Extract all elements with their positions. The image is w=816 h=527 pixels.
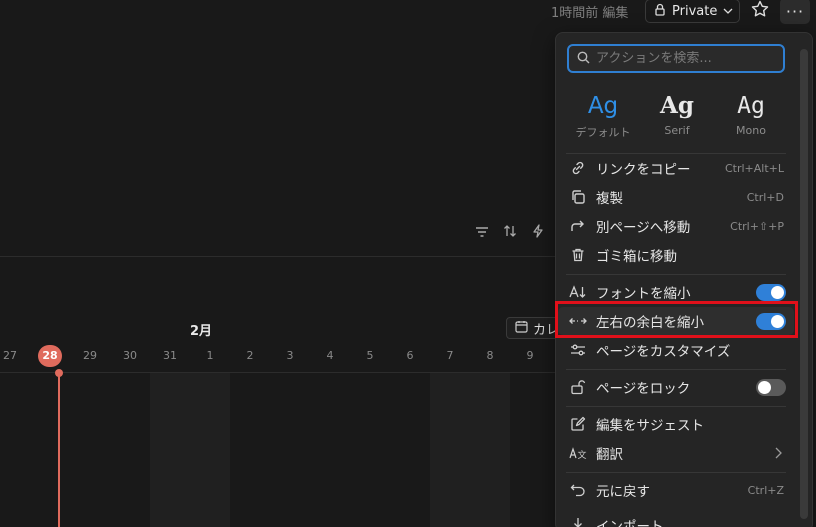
suggest-edits-item[interactable]: 編集をサジェスト	[558, 410, 794, 438]
lock-page-toggle[interactable]	[756, 379, 786, 396]
month-label: 2月	[190, 324, 213, 339]
copy-link-item[interactable]: リンクをコピー Ctrl+Alt+L	[558, 154, 794, 182]
sort-icon	[503, 223, 517, 242]
more-horizontal-icon: ···	[785, 1, 805, 21]
import-item[interactable]: インポート	[558, 511, 794, 527]
trash-label: ゴミ箱に移動	[596, 249, 677, 265]
undo-shortcut: Ctrl+Z	[747, 483, 784, 497]
day-label: 2	[246, 349, 254, 362]
menu-divider	[566, 472, 786, 473]
day-label: 5	[366, 349, 374, 362]
unlock-icon	[568, 377, 588, 397]
trash-icon	[568, 245, 588, 265]
calendar-icon	[515, 320, 528, 337]
duplicate-label: 複製	[596, 191, 623, 207]
weekend-column	[430, 373, 510, 527]
font-label-default: デフォルト	[575, 126, 631, 139]
day-label: 1	[206, 349, 214, 362]
share-private-button[interactable]: Private	[645, 0, 740, 23]
trash-item[interactable]: ゴミ箱に移動	[558, 241, 794, 269]
automation-button[interactable]	[529, 223, 547, 241]
timeline-divider	[0, 372, 555, 373]
import-label: インポート	[596, 519, 664, 527]
duplicate-item[interactable]: 複製 Ctrl+D	[558, 183, 794, 211]
lock-page-label: ページをロック	[596, 381, 691, 397]
private-label: Private	[672, 3, 718, 19]
duplicate-icon	[568, 187, 588, 207]
day-label: 8	[486, 349, 494, 362]
sliders-icon	[568, 340, 588, 360]
font-sample-serif: Ag	[660, 92, 694, 119]
link-icon	[568, 158, 588, 178]
lock-icon	[654, 3, 666, 20]
translate-label: 翻訳	[596, 447, 623, 463]
translate-item[interactable]: 文 翻訳	[558, 439, 794, 467]
day-label: 7	[446, 349, 454, 362]
weekend-column	[150, 373, 230, 527]
day-label: 27	[3, 349, 17, 362]
day-label: 29	[83, 349, 97, 362]
day-label: 31	[163, 349, 177, 362]
day-label: 30	[123, 349, 137, 362]
more-options-button[interactable]: ···	[780, 0, 810, 24]
import-icon	[568, 515, 588, 527]
lock-page-item[interactable]: ページをロック	[558, 373, 794, 401]
font-style-selector: Ag デフォルト Ag Serif Ag Mono	[566, 91, 790, 147]
date-header-row: 27 28 29 30 31 1 2 3 4 5 6 7 8 9	[0, 345, 555, 367]
sort-button[interactable]	[501, 223, 519, 241]
small-text-toggle[interactable]	[756, 284, 786, 301]
customize-page-label: ページをカスタマイズ	[596, 344, 731, 360]
undo-item[interactable]: 元に戻す Ctrl+Z	[558, 476, 794, 504]
customize-page-item[interactable]: ページをカスタマイズ	[558, 336, 794, 364]
small-text-label: フォントを縮小	[596, 286, 691, 302]
highlight-annotation-box	[555, 301, 798, 338]
day-label: 6	[406, 349, 414, 362]
menu-divider	[566, 274, 786, 275]
font-sample-mono: Ag	[737, 93, 765, 119]
day-label: 4	[326, 349, 334, 362]
favorite-button[interactable]	[748, 0, 772, 23]
chevron-down-icon	[723, 4, 733, 19]
day-label: 9	[526, 349, 534, 362]
menu-divider	[566, 406, 786, 407]
suggest-edit-icon	[568, 414, 588, 434]
last-edited-text: 1時間前 編集	[551, 6, 629, 21]
suggest-edits-label: 編集をサジェスト	[596, 418, 704, 434]
toolbar-divider	[0, 256, 555, 257]
font-size-icon	[568, 282, 588, 302]
undo-label: 元に戻す	[596, 484, 650, 500]
page-options-menu: Ag デフォルト Ag Serif Ag Mono リンクをコピー Ctrl+A…	[555, 32, 813, 527]
filter-button[interactable]	[473, 223, 491, 241]
font-label-mono: Mono	[736, 124, 766, 137]
duplicate-shortcut: Ctrl+D	[746, 190, 784, 204]
undo-icon	[568, 480, 588, 500]
lightning-icon	[532, 223, 544, 242]
today-marker-line	[58, 373, 60, 527]
move-to-item[interactable]: 別ページへ移動 Ctrl+⇧+P	[558, 212, 794, 240]
font-option-default[interactable]: Ag デフォルト	[566, 91, 640, 147]
filter-icon	[475, 223, 489, 242]
move-to-label: 別ページへ移動	[596, 220, 691, 236]
move-to-shortcut: Ctrl+⇧+P	[730, 219, 784, 233]
action-search-input[interactable]	[596, 51, 776, 66]
star-icon	[751, 0, 769, 22]
font-option-mono[interactable]: Ag Mono	[714, 91, 788, 147]
copy-link-shortcut: Ctrl+Alt+L	[724, 161, 784, 175]
chevron-right-icon	[774, 444, 782, 463]
menu-scrollbar[interactable]	[800, 49, 808, 519]
move-arrow-icon	[568, 216, 588, 236]
day-label: 3	[286, 349, 294, 362]
font-sample-default: Ag	[587, 93, 619, 119]
translate-icon: 文	[568, 443, 588, 463]
today-badge: 28	[38, 345, 62, 367]
search-icon	[577, 49, 590, 68]
font-label-serif: Serif	[664, 124, 690, 137]
svg-text:文: 文	[578, 449, 587, 460]
copy-link-label: リンクをコピー	[596, 162, 691, 178]
today-marker-dot	[55, 369, 63, 377]
menu-divider	[566, 369, 786, 370]
action-search-box[interactable]	[567, 44, 785, 73]
font-option-serif[interactable]: Ag Serif	[640, 91, 714, 147]
